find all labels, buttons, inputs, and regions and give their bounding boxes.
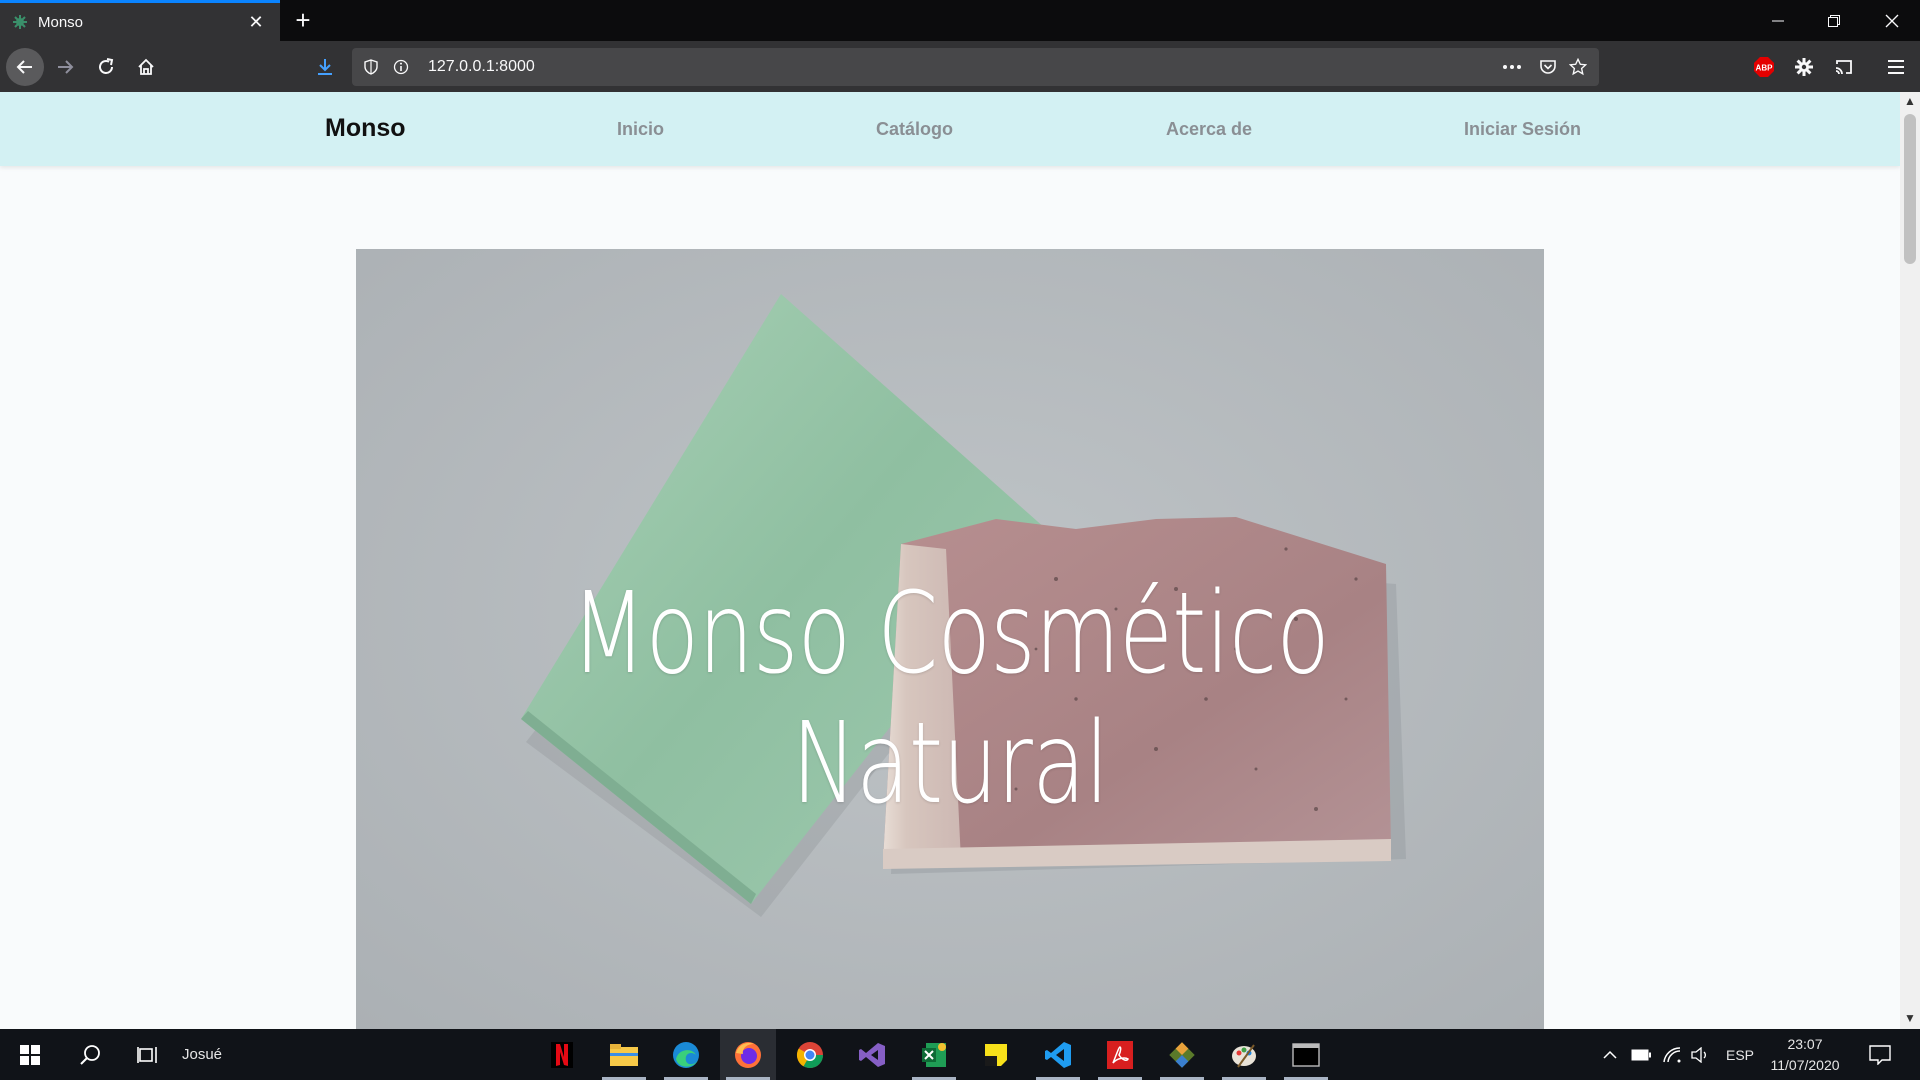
volume-icon[interactable] bbox=[1686, 1029, 1714, 1080]
menu-icon[interactable] bbox=[1877, 48, 1915, 86]
browser-tab-bar: Monso ✕ + bbox=[0, 0, 1920, 41]
browser-tab-monso[interactable]: Monso ✕ bbox=[0, 0, 280, 41]
info-icon[interactable] bbox=[386, 48, 416, 86]
search-icon[interactable] bbox=[62, 1029, 118, 1080]
page-scrollbar[interactable]: ▲ ▼ bbox=[1900, 92, 1920, 1029]
restore-icon[interactable] bbox=[1806, 0, 1862, 41]
git-icon[interactable] bbox=[1154, 1029, 1210, 1080]
nav-link-catalogo[interactable]: Catálogo bbox=[876, 119, 953, 140]
language-indicator[interactable]: ESP bbox=[1726, 1047, 1754, 1063]
windows-taskbar: Josué ESP 23:07 11/07/2020 bbox=[0, 1029, 1920, 1080]
minimize-icon[interactable] bbox=[1750, 0, 1806, 41]
hero-banner: Monso Cosmético Natural bbox=[356, 249, 1544, 1029]
pocket-icon[interactable] bbox=[1533, 48, 1563, 86]
more-icon[interactable] bbox=[1497, 48, 1527, 86]
extension-gear-icon[interactable] bbox=[1785, 48, 1823, 86]
scroll-down-icon[interactable]: ▼ bbox=[1900, 1011, 1920, 1027]
paint-icon[interactable] bbox=[1216, 1029, 1272, 1080]
tray-chevron-up-icon[interactable] bbox=[1597, 1029, 1623, 1080]
wifi-icon[interactable] bbox=[1658, 1029, 1686, 1080]
reload-icon[interactable] bbox=[87, 48, 125, 86]
file-explorer-icon[interactable] bbox=[596, 1029, 652, 1080]
clock-date: 11/07/2020 bbox=[1770, 1057, 1840, 1073]
abp-icon[interactable]: ABP bbox=[1745, 48, 1783, 86]
nav-link-inicio[interactable]: Inicio bbox=[617, 119, 664, 140]
tab-title: Monso bbox=[38, 13, 84, 31]
scroll-thumb[interactable] bbox=[1904, 114, 1916, 264]
svg-text:ABP: ABP bbox=[1756, 64, 1774, 73]
edge-icon[interactable] bbox=[658, 1029, 714, 1080]
battery-icon[interactable] bbox=[1627, 1029, 1655, 1080]
url-text[interactable]: 127.0.0.1:8000 bbox=[428, 58, 535, 76]
netflix-icon[interactable] bbox=[534, 1029, 590, 1080]
window-close-icon[interactable] bbox=[1864, 0, 1920, 41]
taskbar-user-label[interactable]: Josué bbox=[182, 1046, 222, 1063]
scroll-up-icon[interactable]: ▲ bbox=[1900, 94, 1920, 110]
site-favicon-icon bbox=[12, 14, 28, 30]
new-tab-button[interactable]: + bbox=[288, 5, 318, 35]
sticky-notes-icon[interactable] bbox=[968, 1029, 1024, 1080]
vscode-icon[interactable] bbox=[1030, 1029, 1086, 1080]
site-navbar: Monso Inicio Catálogo Acerca de Iniciar … bbox=[0, 92, 1900, 166]
forward-icon[interactable] bbox=[46, 48, 84, 86]
visual-studio-icon[interactable] bbox=[844, 1029, 900, 1080]
page-viewport: Monso Inicio Catálogo Acerca de Iniciar … bbox=[0, 92, 1900, 1029]
chrome-icon[interactable] bbox=[782, 1029, 838, 1080]
hero-title: Monso Cosmético Natural bbox=[570, 569, 1330, 829]
shield-icon[interactable] bbox=[356, 48, 386, 86]
site-brand[interactable]: Monso bbox=[325, 114, 406, 143]
download-icon[interactable] bbox=[306, 48, 344, 86]
firefox-icon[interactable] bbox=[720, 1029, 776, 1080]
tab-close-icon[interactable]: ✕ bbox=[244, 12, 268, 33]
excel-like-icon[interactable] bbox=[906, 1029, 962, 1080]
taskbar-clock[interactable]: 23:07 11/07/2020 bbox=[1760, 1034, 1850, 1076]
acrobat-icon[interactable] bbox=[1092, 1029, 1148, 1080]
address-bar[interactable]: 127.0.0.1:8000 bbox=[352, 48, 1599, 86]
windows-start-icon[interactable] bbox=[2, 1029, 58, 1080]
home-icon[interactable] bbox=[127, 48, 165, 86]
clock-time: 23:07 bbox=[1787, 1036, 1823, 1052]
star-icon[interactable] bbox=[1563, 48, 1593, 86]
nav-link-login[interactable]: Iniciar Sesión bbox=[1464, 119, 1581, 140]
browser-toolbar: 127.0.0.1:8000 ABP bbox=[0, 41, 1920, 92]
cast-icon[interactable] bbox=[1825, 48, 1863, 86]
nav-link-acerca[interactable]: Acerca de bbox=[1166, 119, 1252, 140]
notifications-icon[interactable] bbox=[1852, 1029, 1908, 1080]
task-view-icon[interactable] bbox=[120, 1029, 176, 1080]
back-icon[interactable] bbox=[6, 48, 44, 86]
terminal-icon[interactable] bbox=[1278, 1029, 1334, 1080]
